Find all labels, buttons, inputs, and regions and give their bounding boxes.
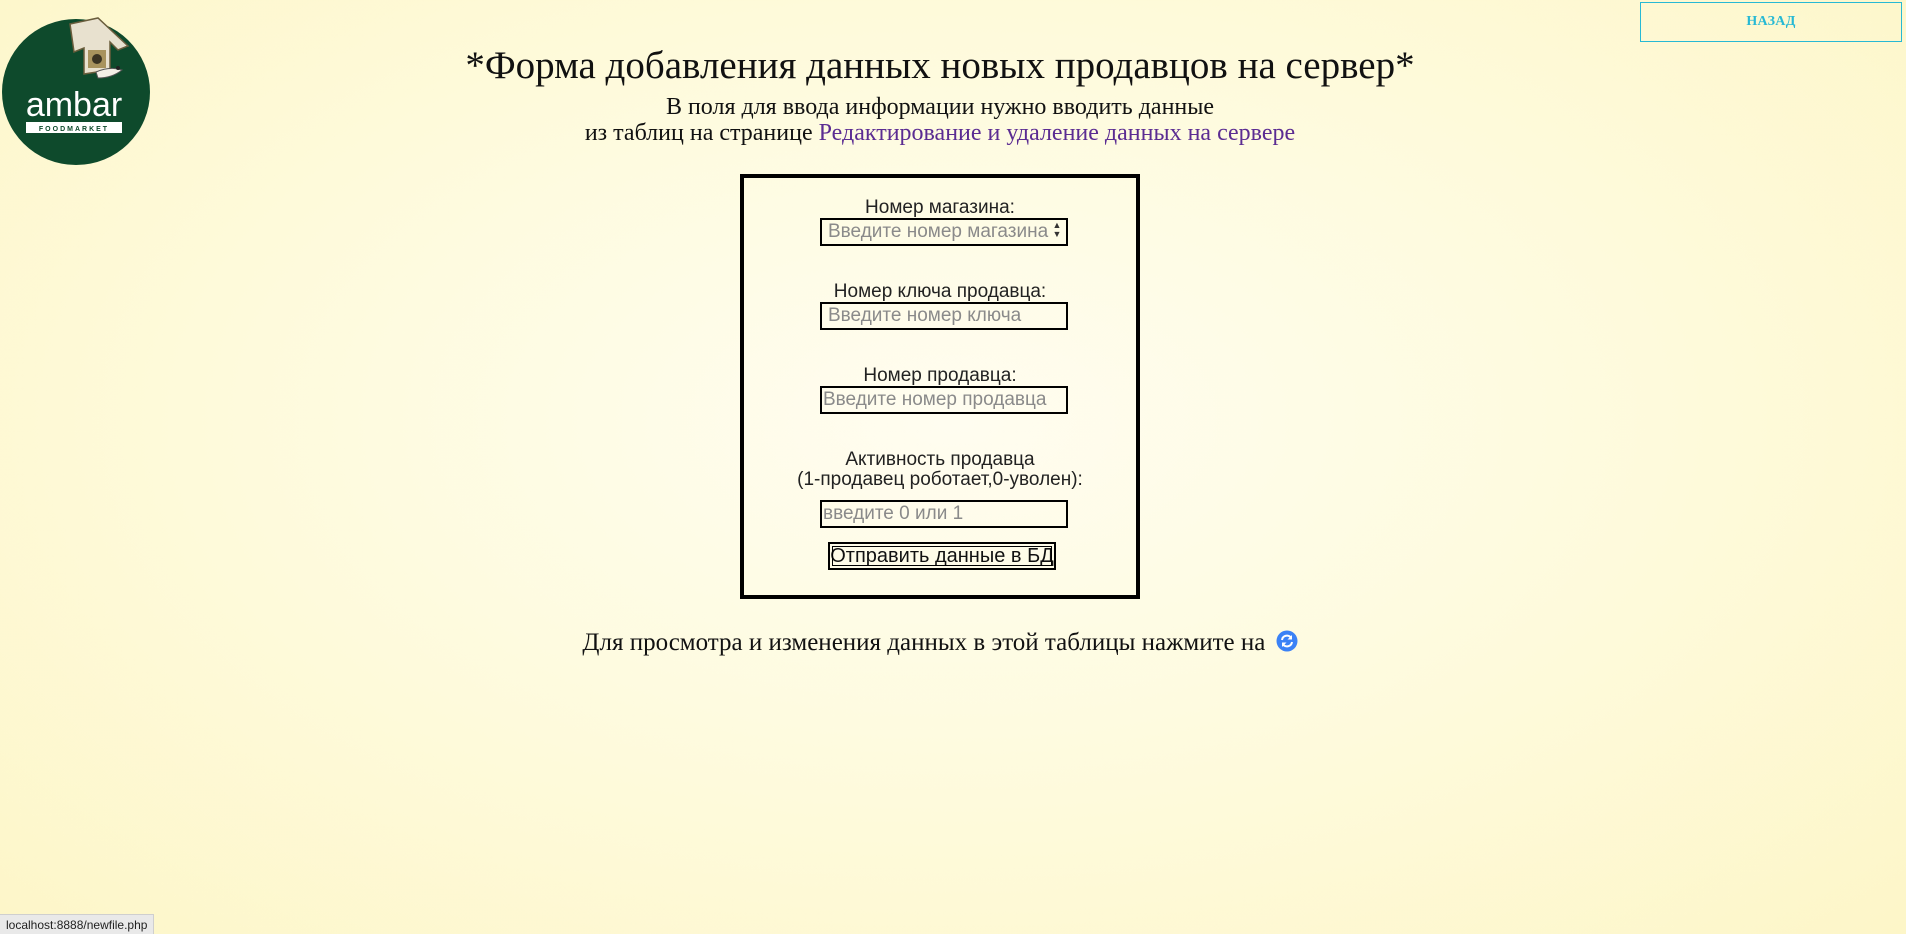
subtitle-line2: из таблиц на странице Редактирование и у… — [0, 120, 1880, 146]
store-number-label: Номер магазина: — [865, 197, 1015, 218]
seller-number-label: Номер продавца: — [863, 365, 1017, 386]
status-bar-url: localhost:8888/newfile.php — [0, 914, 155, 934]
number-stepper[interactable]: ▲ ▼ — [1050, 220, 1064, 240]
seller-number-input[interactable] — [820, 386, 1068, 414]
activity-input[interactable] — [820, 500, 1068, 528]
edit-delete-link[interactable]: Редактирование и удаление данных на серв… — [819, 120, 1296, 146]
refresh-icon[interactable] — [1276, 630, 1298, 659]
subtitle-line1: В поля для ввода информации нужно вводит… — [665, 94, 1215, 120]
key-number-label: Номер ключа продавца: — [833, 281, 1047, 302]
page-title: *Форма добавления данных новых продавцов… — [465, 44, 1415, 87]
footer-hint-text: Для просмотра и изменения данных в этой … — [582, 629, 1266, 656]
store-number-input[interactable] — [820, 218, 1068, 246]
key-number-input[interactable] — [820, 302, 1068, 330]
submit-button[interactable]: Отправить данные в БД — [828, 542, 1056, 570]
activity-label-line2: (1-продавец роботает,0-уволен): — [797, 469, 1083, 490]
subtitle: В поля для ввода информации нужно вводит… — [0, 94, 1880, 146]
seller-form: Номер магазина: ▲ ▼ Номер ключа продавца… — [740, 174, 1140, 599]
subtitle-prefix: из таблиц на странице — [584, 120, 819, 146]
activity-label: Активность продавца (1-продавец роботает… — [744, 450, 1136, 490]
stepper-down-icon[interactable]: ▼ — [1053, 230, 1062, 239]
back-button[interactable]: НАЗАД — [1640, 2, 1902, 42]
footer-hint: Для просмотра и изменения данных в этой … — [0, 629, 1880, 659]
activity-label-line1: Активность продавца — [845, 449, 1035, 470]
